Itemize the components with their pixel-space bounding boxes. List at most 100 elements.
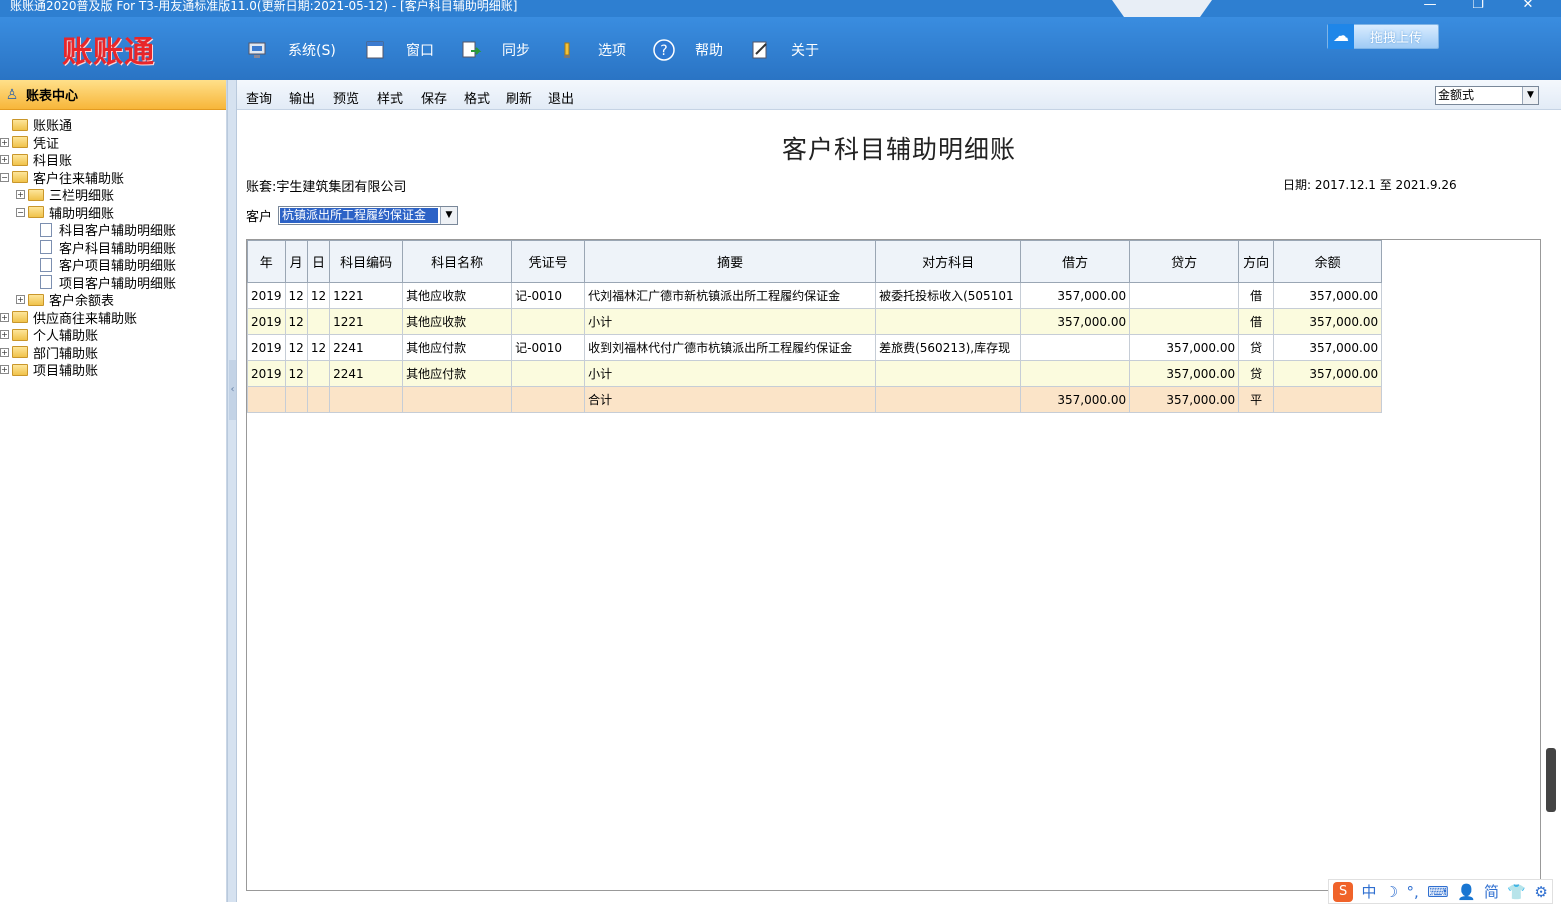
- document-icon: [40, 240, 52, 255]
- column-header[interactable]: 日: [306, 240, 331, 283]
- tree-item[interactable]: 科目客户辅助明细账: [0, 221, 226, 239]
- tree-item[interactable]: + 供应商往来辅助账: [0, 309, 226, 327]
- window-icon: [362, 37, 388, 63]
- menu-query[interactable]: 查询: [246, 88, 272, 107]
- table-cell: 357,000.00: [1273, 334, 1383, 361]
- table-row[interactable]: 2019 12 12 2241 其他应付款 记-0010 收到刘福林代付广德市杭镇派出所工程…: [247, 334, 1383, 361]
- table-row[interactable]: 合计 357,000.00 357,000.00 平: [247, 386, 1383, 413]
- table-row[interactable]: 2019 12 1221 其他应收款 小计 357,000.00 借 357,000.00: [247, 308, 1383, 335]
- table-cell: 357,000.00: [1129, 360, 1240, 387]
- expand-icon[interactable]: +: [0, 155, 9, 165]
- column-header[interactable]: 凭证号: [511, 240, 586, 283]
- table-cell: 其他应收款: [402, 282, 513, 309]
- table-cell: 记-0010: [511, 282, 586, 309]
- tree-item[interactable]: + 客户余额表: [0, 291, 226, 309]
- ime-keyboard-icon[interactable]: ⌨: [1427, 883, 1449, 901]
- expand-icon[interactable]: +: [0, 312, 9, 322]
- panel-splitter[interactable]: ‹: [227, 80, 237, 902]
- tree-item[interactable]: + 个人辅助账: [0, 326, 226, 344]
- folder-icon: [12, 171, 28, 184]
- expand-icon[interactable]: +: [0, 330, 9, 340]
- expand-icon[interactable]: +: [16, 190, 25, 200]
- tree-item[interactable]: + 凭证: [0, 134, 226, 152]
- maximize-button[interactable]: ❐: [1458, 0, 1498, 17]
- table-cell: 小计: [584, 360, 877, 387]
- ime-simplified-icon[interactable]: 简: [1484, 881, 1499, 902]
- collapse-icon[interactable]: −: [0, 172, 9, 182]
- chevron-down-icon[interactable]: ▼: [1522, 87, 1538, 104]
- column-header[interactable]: 年: [247, 240, 286, 283]
- folder-icon: [12, 311, 28, 324]
- tree-item[interactable]: − 客户往来辅助账: [0, 169, 226, 187]
- window-title: 账账通2020普及版 For T3-用友通标准版11.0(更新日期:2021-0…: [10, 0, 518, 13]
- ime-user-icon[interactable]: 👤: [1457, 883, 1476, 901]
- column-header[interactable]: 摘要: [584, 240, 877, 283]
- menu-refresh[interactable]: 刷新: [506, 88, 532, 107]
- column-header[interactable]: 借方: [1020, 240, 1131, 283]
- tree-item[interactable]: 账账通: [0, 116, 226, 134]
- close-button[interactable]: ✕: [1508, 0, 1548, 17]
- toolbar-about-button[interactable]: 关于: [747, 35, 819, 65]
- tree-item[interactable]: + 三栏明细账: [0, 186, 226, 204]
- table-cell: 收到刘福林代付广德市杭镇派出所工程履约保证金: [584, 334, 877, 361]
- minimize-button[interactable]: —: [1410, 0, 1450, 17]
- tree-item[interactable]: − 辅助明细账: [0, 204, 226, 222]
- format-select[interactable]: 金额式 ▼: [1435, 86, 1539, 105]
- collapse-icon[interactable]: −: [16, 207, 25, 217]
- column-header[interactable]: 科目编码: [329, 240, 404, 283]
- table-cell: 357,000.00: [1020, 386, 1131, 413]
- toolbar-system-button[interactable]: 系统(S): [244, 35, 336, 65]
- menu-save[interactable]: 保存: [421, 88, 447, 107]
- tree-item-label: 科目账: [33, 154, 73, 170]
- column-header[interactable]: 方向: [1238, 240, 1275, 283]
- toolbar-help-button[interactable]: ? 帮助: [651, 35, 723, 65]
- table-row[interactable]: 2019 12 12 1221 其他应收款 记-0010 代刘福林汇广德市新杭镇派出所工程履…: [247, 282, 1383, 309]
- upload-button[interactable]: ☁ 拖拽上传: [1327, 24, 1439, 49]
- tree-item[interactable]: 项目客户辅助明细账: [0, 274, 226, 292]
- ime-skin-icon[interactable]: 👕: [1507, 883, 1526, 901]
- ime-logo-icon[interactable]: S: [1333, 881, 1354, 902]
- toolbar-options-button[interactable]: 选项: [554, 35, 626, 65]
- tree-item[interactable]: 客户项目辅助明细账: [0, 256, 226, 274]
- column-header[interactable]: 贷方: [1129, 240, 1240, 283]
- menu-style[interactable]: 样式: [377, 88, 403, 107]
- window-title-bar: 账账通2020普及版 For T3-用友通标准版11.0(更新日期:2021-0…: [0, 0, 1561, 17]
- tree-item[interactable]: + 科目账: [0, 151, 226, 169]
- ime-moon-icon[interactable]: ☽: [1385, 883, 1398, 901]
- chevron-down-icon[interactable]: ▼: [440, 207, 458, 224]
- tree-item-label: 客户项目辅助明细账: [59, 259, 177, 275]
- ime-settings-icon[interactable]: ⚙: [1534, 883, 1547, 901]
- table-cell: 12: [284, 308, 308, 335]
- tree-item[interactable]: 客户科目辅助明细账: [0, 239, 226, 257]
- ime-punct-icon[interactable]: °,: [1407, 883, 1419, 901]
- menu-format[interactable]: 格式: [464, 88, 490, 107]
- column-header[interactable]: 对方科目: [875, 240, 1022, 283]
- tree-item-label: 个人辅助账: [33, 329, 99, 345]
- tree-item[interactable]: + 部门辅助账: [0, 344, 226, 362]
- menu-export[interactable]: 输出: [289, 88, 315, 107]
- expand-icon[interactable]: +: [16, 295, 25, 305]
- table-cell: [247, 386, 286, 413]
- expand-icon[interactable]: +: [0, 347, 9, 357]
- customer-select[interactable]: 杭镇派出所工程履约保证金 ▼: [278, 206, 459, 225]
- tree-item-label: 客户科目辅助明细账: [59, 241, 177, 257]
- toolbar-sync-button[interactable]: 同步: [458, 35, 530, 65]
- ime-chinese-icon[interactable]: 中: [1361, 881, 1376, 902]
- folder-icon: [12, 328, 28, 341]
- report-center-panel: ♙ 账表中心 账账通 + 凭证 + 科目账 − 客户往来辅助账 + 三栏明细账 − 辅助明细账 科目客…: [0, 80, 227, 902]
- column-header[interactable]: 余额: [1273, 240, 1383, 283]
- scrollbar-thumb[interactable]: [1546, 748, 1556, 812]
- toolbar-window-button[interactable]: 窗口: [362, 35, 434, 65]
- column-header[interactable]: 月: [284, 240, 308, 283]
- expand-icon[interactable]: +: [0, 137, 9, 147]
- tree-item-label: 凭证: [33, 136, 60, 152]
- tree-item[interactable]: + 项目辅助账: [0, 361, 226, 379]
- table-cell: [402, 386, 513, 413]
- tree-item-label: 辅助明细账: [49, 206, 115, 222]
- collapse-arrow-icon[interactable]: ‹: [229, 360, 236, 420]
- column-header[interactable]: 科目名称: [402, 240, 513, 283]
- menu-exit[interactable]: 退出: [548, 88, 574, 107]
- expand-icon[interactable]: +: [0, 365, 9, 375]
- table-row[interactable]: 2019 12 2241 其他应付款 小计 357,000.00 贷 357,000.00: [247, 360, 1383, 387]
- menu-preview[interactable]: 预览: [333, 88, 359, 107]
